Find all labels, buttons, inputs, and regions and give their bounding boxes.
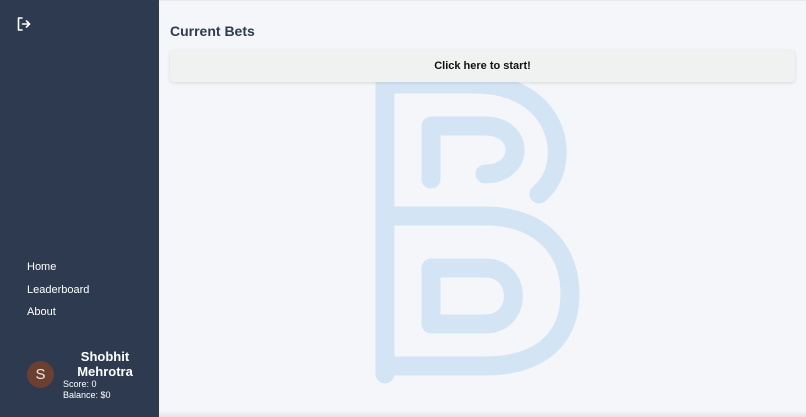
page-title: Current Bets — [170, 23, 255, 39]
start-button[interactable]: Click here to start! — [170, 50, 795, 82]
nav-item-home[interactable]: Home — [27, 261, 89, 274]
nav-item-leaderboard[interactable]: Leaderboard — [27, 284, 89, 297]
sidebar: Home Leaderboard About S Shobhit Mehrotr… — [0, 0, 159, 417]
sidebar-nav: Home Leaderboard About — [27, 261, 89, 329]
user-first-name: Shobhit — [80, 349, 130, 364]
bottom-shadow — [159, 411, 806, 417]
avatar: S — [27, 361, 54, 388]
user-last-name: Mehrotra — [77, 364, 133, 379]
app-root: Home Leaderboard About S Shobhit Mehrotr… — [0, 0, 806, 417]
logout-icon — [17, 17, 31, 31]
nav-item-about[interactable]: About — [27, 306, 89, 319]
user-score: Score: 0 — [63, 379, 97, 389]
logout-button[interactable] — [15, 15, 33, 33]
main-content: Current Bets Click here to start! — [159, 0, 806, 417]
b-logo-watermark — [375, 74, 580, 384]
avatar-initial: S — [35, 366, 46, 383]
user-balance: Balance: $0 — [63, 390, 111, 400]
user-name: Shobhit Mehrotra — [63, 349, 147, 379]
